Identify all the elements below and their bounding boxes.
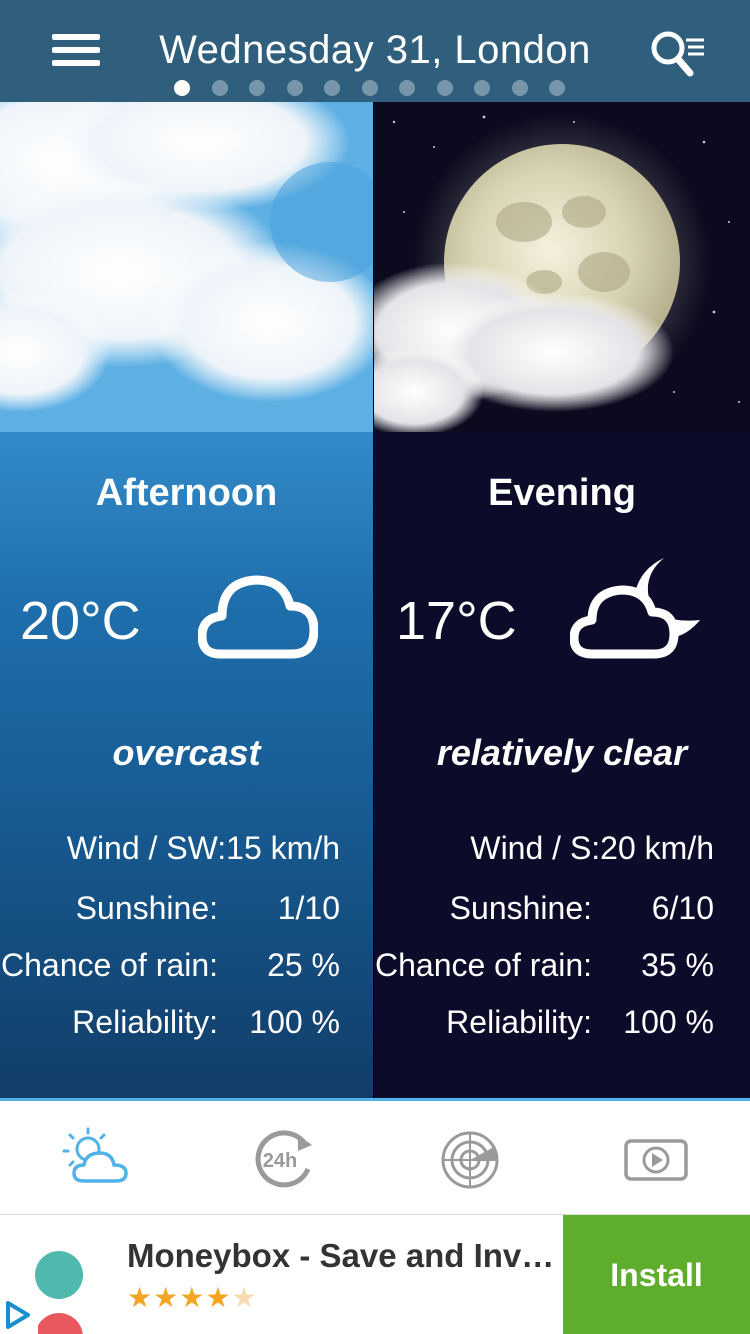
wind-label: Wind / S:20 km/h [470, 830, 714, 866]
sunshine-value: 6/10 [651, 890, 714, 926]
afternoon-panel: Afternoon 20°C overcast Wind / SW:15 km/… [0, 102, 373, 1098]
radar-icon [441, 1131, 499, 1189]
page-dot[interactable] [324, 80, 340, 96]
reliability-label: Reliability: [446, 1004, 592, 1040]
rain-label: Chance of rain: [374, 947, 592, 983]
bottom-tab-bar: 24h [0, 1098, 750, 1214]
sunshine-label: Sunshine: [449, 890, 592, 926]
rain-value: 25 % [267, 947, 340, 983]
tab-24h[interactable]: 24h [246, 1123, 326, 1193]
star-icon: ★ [231, 1282, 258, 1313]
page-indicator [174, 80, 565, 96]
reliability-label: Reliability: [72, 1004, 218, 1040]
page-dot[interactable] [549, 80, 565, 96]
search-list-icon[interactable] [648, 28, 708, 80]
page-dot[interactable] [361, 80, 378, 96]
page-dot[interactable] [474, 80, 490, 96]
svg-text:24h: 24h [263, 1150, 297, 1172]
wind-label: Wind / SW:15 km/h [66, 830, 340, 866]
reliability-value: 100 % [623, 1004, 714, 1040]
page-dot[interactable] [511, 80, 528, 96]
rain-value: 35 % [641, 947, 714, 983]
reliability-value: 100 % [249, 1004, 340, 1040]
star-icon: ★ [127, 1282, 154, 1313]
star-icon: ★ [205, 1282, 232, 1313]
evening-stat-rows: Wind / S:20 km/h Sunshine: 6/10 Chance o… [374, 102, 750, 1098]
video-icon [624, 1139, 688, 1181]
top-bar: Wednesday 31, London [0, 0, 750, 102]
adchoices-icon[interactable] [0, 1293, 38, 1334]
page-dot[interactable] [211, 80, 228, 96]
sunshine-label: Sunshine: [75, 890, 218, 926]
sunshine-value: 1/10 [277, 890, 340, 926]
rating-stars: ★★★★★ [127, 1281, 258, 1314]
star-icon: ★ [153, 1282, 180, 1313]
ad-banner[interactable]: Moneybox - Save and Invest ★★★★★ Install [0, 1214, 750, 1334]
page-dot[interactable] [286, 80, 303, 96]
evening-panel: Evening 17°C relatively clear Wind / S:2… [374, 102, 750, 1098]
page-dot[interactable] [399, 80, 415, 96]
tab-radar[interactable] [430, 1123, 510, 1193]
ad-title[interactable]: Moneybox - Save and Invest [127, 1237, 557, 1275]
star-icon: ★ [179, 1282, 206, 1313]
page-dot[interactable] [436, 80, 453, 96]
24h-icon: 24h [255, 1130, 312, 1188]
page-dot[interactable] [174, 80, 190, 96]
afternoon-stat-rows: Wind / SW:15 km/h Sunshine: 1/10 Chance … [0, 102, 373, 1098]
tab-forecast[interactable] [56, 1123, 136, 1193]
weather-forecast-icon [62, 1127, 128, 1183]
tab-video[interactable] [616, 1123, 696, 1193]
rain-label: Chance of rain: [0, 947, 218, 983]
page-title: Wednesday 31, London [159, 28, 591, 72]
page-dot[interactable] [249, 80, 265, 96]
install-button[interactable]: Install [563, 1215, 750, 1334]
